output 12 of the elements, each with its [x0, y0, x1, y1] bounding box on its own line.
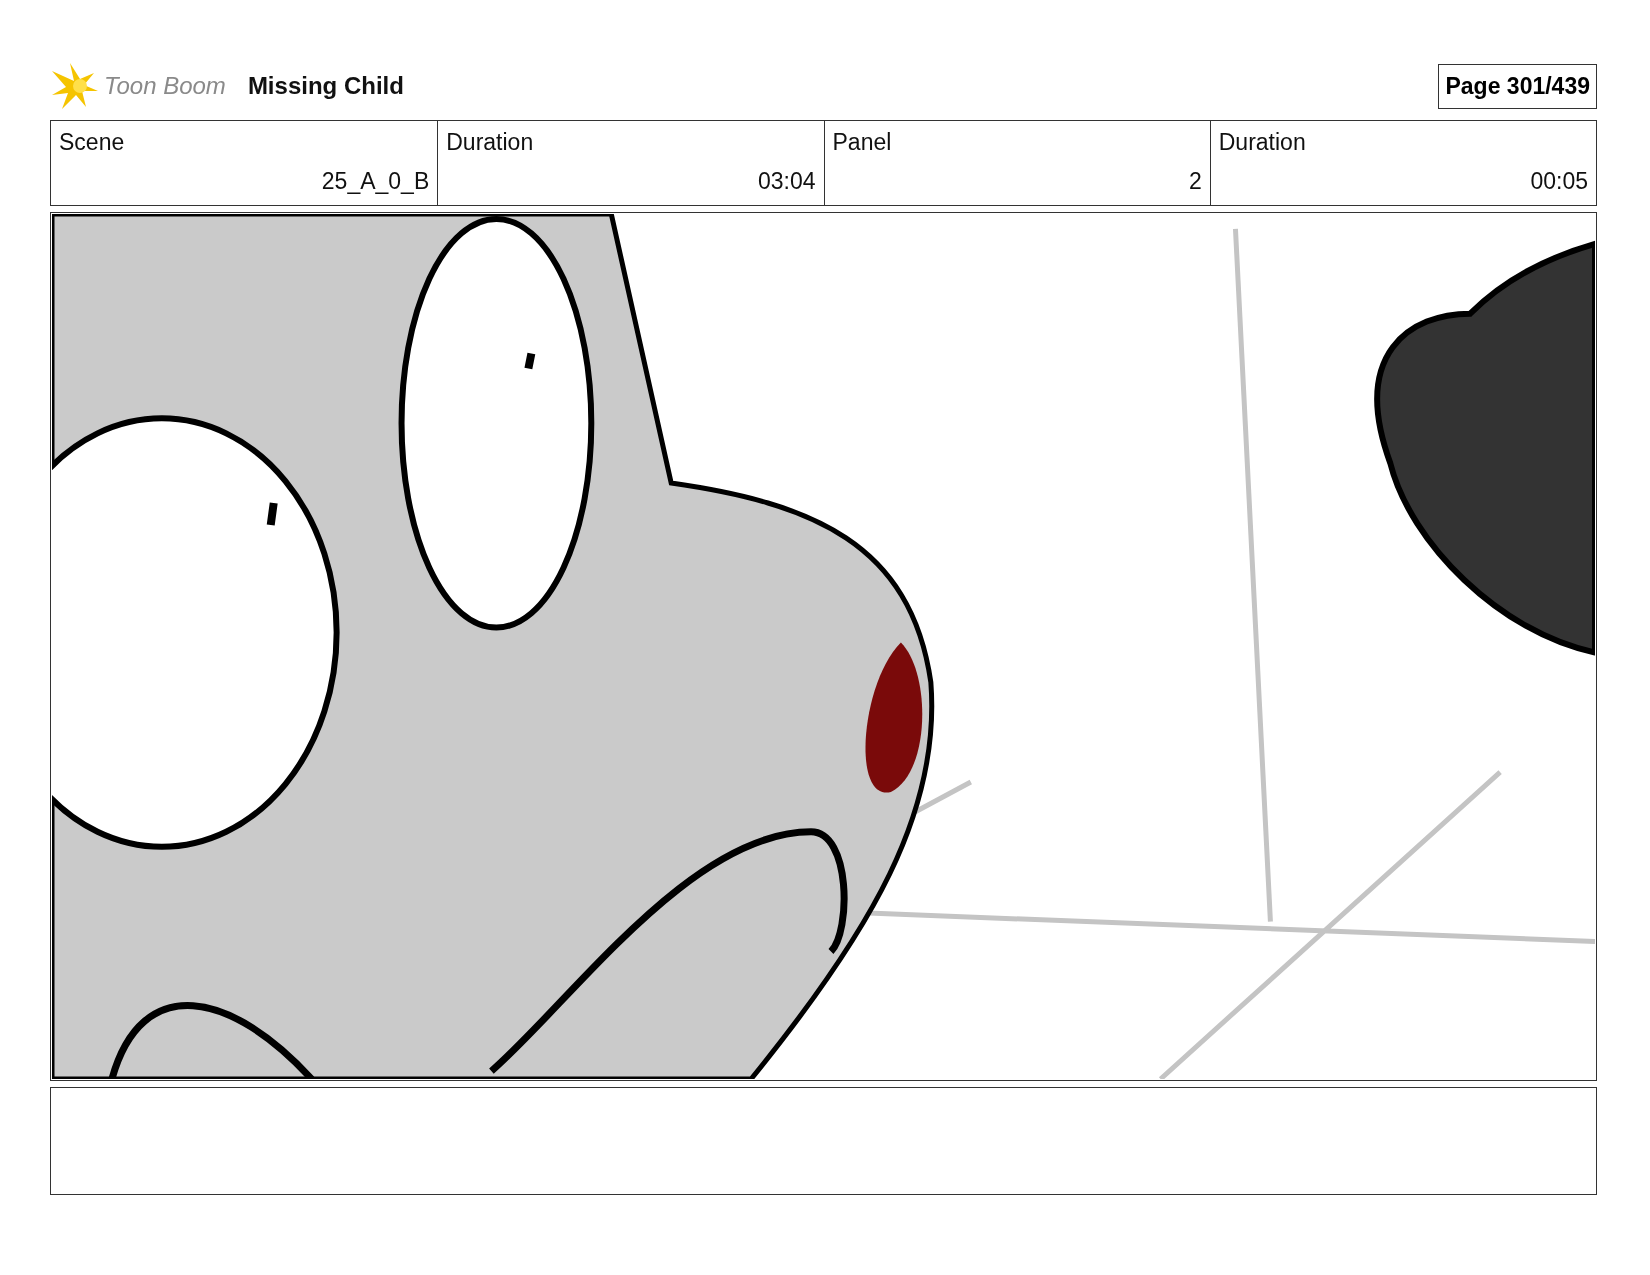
storyboard-title: Missing Child [247, 72, 404, 100]
page-number: Page 301/439 [1438, 63, 1597, 109]
table-cell-text: 03:04 [756, 168, 816, 195]
starburst-icon [50, 61, 100, 111]
table-cell-text: 00:05 [1529, 168, 1588, 195]
logo-text: Toon Boom [104, 72, 226, 100]
column-header: Duration [1218, 129, 1306, 156]
table-cell-text: 25_A_0_B [320, 168, 430, 195]
column-header: Duration [446, 129, 534, 156]
column-header: Panel [832, 129, 892, 156]
column-header: Scene [59, 129, 125, 156]
table-cell-text: 2 [1187, 168, 1202, 195]
